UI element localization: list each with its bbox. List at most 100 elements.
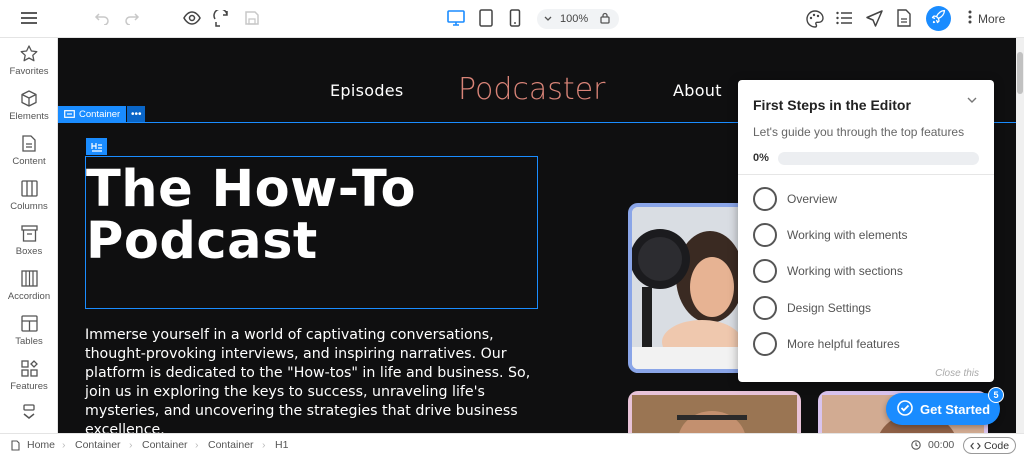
panel-title: First Steps in the Editor: [753, 97, 911, 113]
scrollbar-thumb[interactable]: [1017, 52, 1023, 94]
send-navigation-icon[interactable]: [866, 10, 883, 27]
sidebar-item-content[interactable]: Content: [0, 135, 58, 167]
columns-icon: [20, 180, 38, 197]
code-label: Code: [983, 439, 1010, 452]
page-icon: [11, 439, 20, 451]
refresh-icon[interactable]: [213, 10, 230, 27]
hero-paragraph[interactable]: Immerse yourself in a world of captivati…: [85, 326, 545, 433]
publish-rocket-button[interactable]: [926, 6, 951, 31]
container-label[interactable]: Container: [58, 106, 127, 122]
redo-icon[interactable]: [124, 11, 140, 25]
sidebar-item-label: Accordion: [7, 291, 51, 302]
step-label: Design Settings: [787, 301, 872, 315]
container-label-text: Container: [79, 108, 121, 120]
features-icon: [20, 360, 38, 377]
breadcrumb-home[interactable]: Home: [11, 434, 55, 456]
mobile-view-icon[interactable]: [509, 9, 521, 27]
step-circle-icon: [753, 223, 777, 247]
sidebar-item-tables[interactable]: Tables: [0, 315, 58, 347]
more-menu[interactable]: More: [968, 10, 1005, 27]
document-icon: [22, 135, 36, 152]
progress-bar: [778, 152, 979, 165]
step-circle-icon: [753, 296, 777, 320]
sidebar-item-elements[interactable]: Elements: [0, 90, 58, 122]
desktop-view-icon[interactable]: [447, 10, 465, 26]
code-icon: [970, 442, 981, 449]
close-panel-link[interactable]: Close this: [935, 368, 979, 379]
left-sidebar: Favorites Elements Content Columns Boxes…: [0, 38, 58, 433]
heading-icon: [90, 142, 102, 152]
step-circle-icon: [753, 187, 777, 211]
breadcrumb-separator-icon: ›: [129, 439, 133, 451]
timer-value: 00:00: [928, 439, 955, 451]
guest-image-one[interactable]: [628, 391, 801, 433]
notification-count-badge: 5: [988, 387, 1004, 403]
sidebar-item-label: Elements: [9, 111, 49, 122]
step-circle-icon: [753, 259, 777, 283]
canvas-scrollbar[interactable]: [1016, 38, 1024, 433]
sidebar-item-label: Favorites: [9, 66, 49, 77]
star-icon: [20, 45, 38, 62]
nav-link-about[interactable]: About: [673, 81, 722, 100]
container-label-tag[interactable]: Container •••: [58, 106, 146, 122]
panel-subtitle: Let's guide you through the top features: [753, 125, 965, 139]
sidebar-item-label: Content: [12, 156, 46, 167]
step-working-with-sections[interactable]: Working with sections: [753, 259, 903, 283]
nav-link-episodes[interactable]: Episodes: [330, 81, 404, 100]
sidebar-scroll-down[interactable]: [0, 404, 58, 424]
sidebar-item-label: Features: [10, 381, 48, 392]
check-badge-icon: [897, 399, 913, 419]
save-icon[interactable]: [244, 10, 260, 26]
palette-icon[interactable]: [806, 10, 824, 28]
sidebar-item-favorites[interactable]: Favorites: [0, 45, 58, 77]
sidebar-item-label: Tables: [15, 336, 43, 347]
hero-heading[interactable]: The How-To Podcast: [86, 164, 536, 268]
step-design-settings[interactable]: Design Settings: [753, 296, 871, 320]
step-overview[interactable]: Overview: [753, 187, 837, 211]
heading-element-tag[interactable]: [86, 138, 107, 155]
progress-percent: 0%: [753, 152, 769, 164]
accordion-icon: [20, 270, 38, 287]
get-started-label: Get Started: [920, 401, 991, 417]
chevron-down-icon[interactable]: [544, 13, 552, 25]
breadcrumb-separator-icon: ›: [262, 439, 266, 451]
get-started-button[interactable]: Get Started: [886, 393, 1000, 425]
code-button[interactable]: Code: [963, 437, 1016, 454]
preview-eye-icon[interactable]: [183, 11, 201, 25]
bottom-status-bar: Home › Container › Container › Container…: [0, 433, 1024, 455]
collapse-chevron-icon[interactable]: [967, 97, 977, 104]
podcast-host-image[interactable]: [628, 203, 754, 373]
page-file-icon[interactable]: [897, 9, 911, 27]
breadcrumb-container-2[interactable]: Container: [142, 434, 188, 456]
breadcrumb-label: Home: [27, 439, 56, 451]
sidebar-item-boxes[interactable]: Boxes: [0, 225, 58, 257]
panel-divider: [738, 174, 994, 175]
step-more-helpful-features[interactable]: More helpful features: [753, 332, 900, 356]
rocket-icon: [931, 9, 946, 29]
guest-photo-one: [632, 395, 797, 433]
hamburger-menu-icon[interactable]: [20, 10, 38, 26]
breadcrumb-container-3[interactable]: Container: [208, 434, 254, 456]
breadcrumb-separator-icon: ›: [62, 439, 66, 451]
container-icon: [64, 110, 75, 118]
breadcrumb-container-1[interactable]: Container: [75, 434, 121, 456]
site-logo[interactable]: Podcaster: [458, 72, 605, 107]
breadcrumb-h1[interactable]: H1: [275, 434, 288, 456]
lock-icon[interactable]: [600, 12, 610, 27]
list-icon[interactable]: [836, 11, 853, 25]
container-options-button[interactable]: •••: [127, 106, 146, 122]
clock-icon: [911, 440, 921, 450]
step-label: Overview: [787, 192, 838, 206]
undo-icon[interactable]: [94, 11, 110, 25]
sidebar-item-accordion[interactable]: Accordion: [0, 270, 58, 302]
sidebar-item-label: Columns: [10, 201, 48, 212]
sidebar-item-columns[interactable]: Columns: [0, 180, 58, 212]
table-icon: [20, 315, 38, 332]
sidebar-item-features[interactable]: Features: [0, 360, 58, 392]
zoom-value: 100%: [560, 13, 589, 25]
step-working-with-elements[interactable]: Working with elements: [753, 223, 908, 247]
tablet-view-icon[interactable]: [479, 9, 493, 27]
step-label: Working with elements: [787, 228, 908, 242]
zoom-control[interactable]: 100%: [537, 9, 619, 29]
step-circle-icon: [753, 332, 777, 356]
